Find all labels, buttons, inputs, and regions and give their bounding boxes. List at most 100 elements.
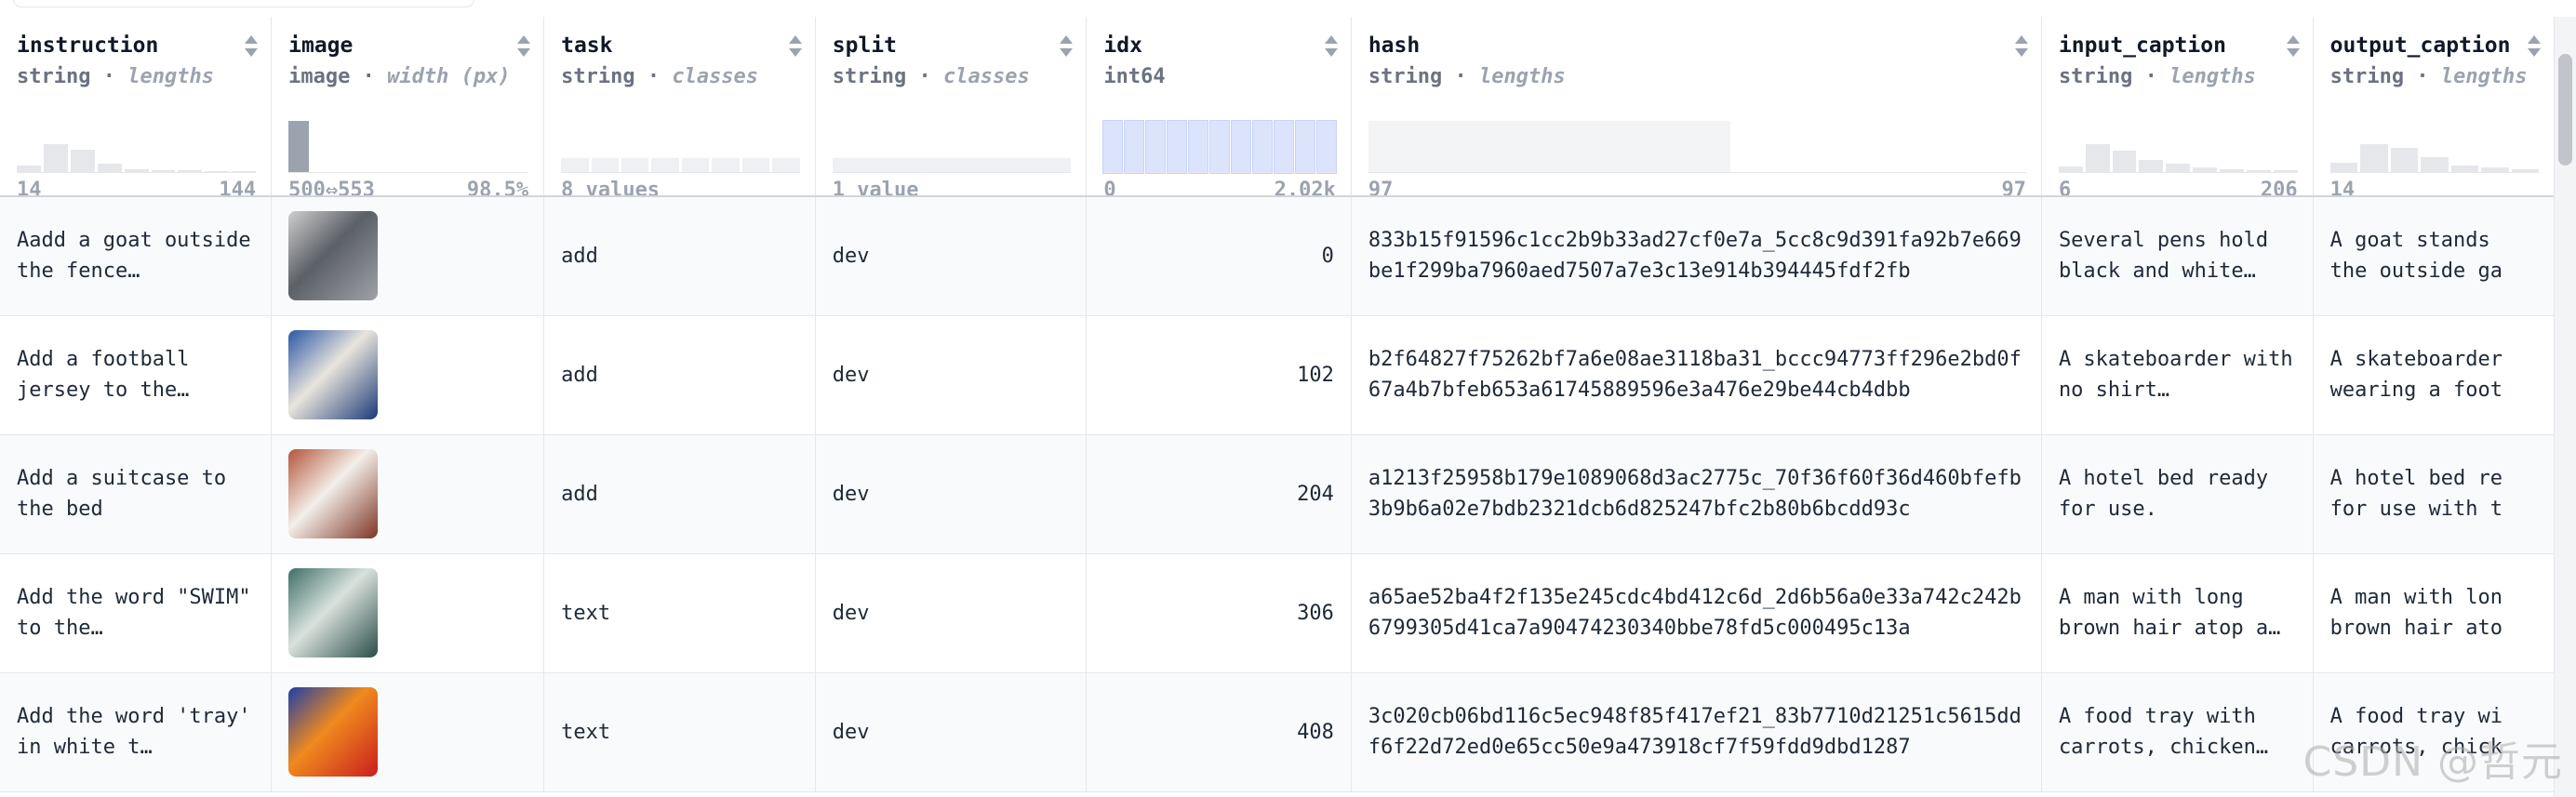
sort-icon[interactable] — [2014, 35, 2028, 60]
histogram-bar[interactable] — [288, 121, 310, 173]
sort-icon[interactable] — [788, 35, 802, 60]
histogram-bar[interactable] — [832, 158, 1072, 173]
histogram-bar[interactable] — [1102, 120, 1124, 174]
cell-instruction[interactable]: Aadd a goat outside the fence… — [0, 196, 273, 316]
cell-input-caption[interactable]: Several pens hold black and white… — [2041, 196, 2314, 316]
table-row[interactable]: Add the word 'tray' in white t… text dev 40… — [0, 672, 2555, 792]
cell-hash[interactable]: 833b15f91596c1cc2b9b33ad27cf0e7a_5cc8c9d… — [1351, 196, 2042, 316]
cell-hash[interactable]: a1213f25958b179e1089068d3ac2775c_70f36f6… — [1351, 434, 2042, 554]
cell-instruction[interactable]: Add a football jersey to the… — [0, 315, 273, 435]
histogram-bar[interactable] — [70, 149, 95, 173]
cell-split[interactable]: dev — [815, 434, 1088, 554]
column-header-image[interactable]: image image · width (px) 500⇔553 98.5% — [271, 17, 545, 197]
histogram-bar[interactable] — [772, 158, 800, 173]
cell-idx[interactable]: 306 — [1086, 553, 1352, 673]
image-thumbnail[interactable] — [288, 449, 379, 538]
cell-input-caption[interactable]: A skateboarder with no shirt… — [2041, 315, 2314, 435]
column-header-split[interactable]: split string · classes 1 value — [815, 17, 1088, 197]
cell-output-caption[interactable]: A goat stands the outside ga — [2313, 196, 2555, 316]
histogram-bar[interactable] — [1145, 120, 1167, 174]
cell-instruction[interactable]: Add the word 'tray' in white t… — [0, 672, 273, 792]
table-row[interactable]: Add a football jersey to the… add dev 102 b2… — [0, 315, 2555, 435]
cell-input-caption[interactable]: A food tray with carrots, chicken… — [2041, 672, 2314, 792]
image-thumbnail[interactable] — [288, 330, 379, 419]
cell-idx[interactable]: 102 — [1086, 315, 1352, 435]
cell-image[interactable] — [271, 672, 545, 792]
cell-image[interactable] — [271, 196, 545, 316]
histogram-bar[interactable] — [1209, 120, 1231, 174]
histogram-bar[interactable] — [1315, 120, 1337, 174]
histogram-bar[interactable] — [681, 158, 710, 173]
histogram-bar[interactable] — [2390, 148, 2419, 173]
vertical-scrollbar[interactable] — [2554, 17, 2576, 797]
histogram-bar[interactable] — [621, 158, 649, 173]
image-thumbnail[interactable] — [288, 568, 379, 658]
histogram-bar[interactable] — [1294, 120, 1315, 174]
cell-hash[interactable]: b2f64827f75262bf7a6e08ae3118ba31_bccc947… — [1351, 315, 2042, 435]
sort-icon[interactable] — [2528, 35, 2541, 60]
cell-hash[interactable]: a65ae52ba4f2f135e245cdc4bd412c6d_2d6b56a… — [1351, 553, 2042, 673]
cell-idx[interactable]: 408 — [1086, 672, 1352, 792]
cell-task[interactable]: add — [543, 434, 816, 554]
cell-split[interactable]: dev — [815, 553, 1088, 673]
cell-image[interactable] — [271, 434, 545, 554]
table-row[interactable]: Aadd a goat outside the fence… add dev 0 833… — [0, 196, 2555, 316]
histogram-bar[interactable] — [2112, 151, 2137, 173]
cell-split[interactable]: dev — [815, 672, 1088, 792]
cell-output-caption[interactable]: A hotel bed re for use with t — [2313, 434, 2555, 554]
sort-icon[interactable] — [245, 35, 259, 60]
table-row[interactable]: Add a suitcase to the bed add dev 204 a1213f… — [0, 434, 2555, 554]
column-header-output_caption[interactable]: output_caption string · lengths 14 — [2313, 17, 2555, 197]
cell-task[interactable]: add — [543, 196, 816, 316]
histogram-bar[interactable] — [1231, 120, 1252, 174]
histogram-bar[interactable] — [591, 158, 619, 173]
histogram-bar[interactable] — [651, 158, 679, 173]
histogram-bar[interactable] — [43, 144, 68, 173]
column-header-instruction[interactable]: instruction string · lengths 14 144 — [0, 17, 273, 197]
cell-split[interactable]: dev — [815, 315, 1088, 435]
cell-image[interactable] — [271, 553, 545, 673]
histogram-bar[interactable] — [1167, 120, 1188, 174]
image-thumbnail[interactable] — [288, 211, 379, 301]
cell-task[interactable]: add — [543, 315, 816, 435]
histogram-bar[interactable] — [712, 158, 740, 173]
histogram-bar[interactable] — [2360, 144, 2388, 173]
cell-image[interactable] — [271, 315, 545, 435]
search-pill[interactable] — [13, 0, 474, 7]
cell-input-caption[interactable]: A hotel bed ready for use. — [2041, 434, 2314, 554]
cell-idx[interactable]: 0 — [1086, 196, 1352, 316]
cell-task[interactable]: text — [543, 672, 816, 792]
histogram-bar[interactable] — [1188, 120, 1209, 174]
scrollbar-thumb[interactable] — [2558, 54, 2572, 166]
sort-icon[interactable] — [517, 35, 531, 60]
sort-icon[interactable] — [1060, 35, 1074, 60]
histogram-bar[interactable] — [1252, 120, 1274, 174]
sort-down-icon — [517, 48, 531, 57]
column-header-idx[interactable]: idx int64 0 2.02k — [1086, 17, 1352, 197]
histogram-bar[interactable] — [2085, 144, 2110, 173]
cell-output-caption[interactable]: A skateboarder wearing a foot — [2313, 315, 2555, 435]
sort-icon[interactable] — [2286, 35, 2300, 60]
sort-icon[interactable] — [1324, 35, 1338, 60]
histogram-bar[interactable] — [1368, 121, 1730, 173]
split-value: dev — [832, 244, 870, 268]
image-thumbnail[interactable] — [288, 687, 379, 777]
cell-idx[interactable]: 204 — [1086, 434, 1352, 554]
cell-output-caption[interactable]: A man with lon brown hair ato — [2313, 553, 2555, 673]
cell-instruction[interactable]: Add the word "SWIM" to the… — [0, 553, 273, 673]
cell-split[interactable]: dev — [815, 196, 1088, 316]
histogram-bar[interactable] — [561, 158, 589, 173]
cell-task[interactable]: text — [543, 553, 816, 673]
table-row[interactable]: Add the word "SWIM" to the… text dev 306 a65… — [0, 553, 2555, 673]
cell-hash[interactable]: 3c020cb06bd116c5ec948f85f417ef21_83b7710… — [1351, 672, 2042, 792]
histogram-bar[interactable] — [2139, 160, 2164, 173]
histogram-bar[interactable] — [1274, 120, 1294, 174]
column-header-hash[interactable]: hash string · lengths 97 97 — [1351, 17, 2042, 197]
histogram-bar[interactable] — [741, 158, 770, 173]
cell-instruction[interactable]: Add a suitcase to the bed — [0, 434, 273, 554]
cell-input-caption[interactable]: A man with long brown hair atop a… — [2041, 553, 2314, 673]
column-header-task[interactable]: task string · classes 8 values — [543, 17, 816, 197]
histogram-bar[interactable] — [2421, 157, 2449, 173]
column-header-input_caption[interactable]: input_caption string · lengths 6 206 — [2041, 17, 2314, 197]
histogram-bar[interactable] — [1124, 120, 1145, 174]
